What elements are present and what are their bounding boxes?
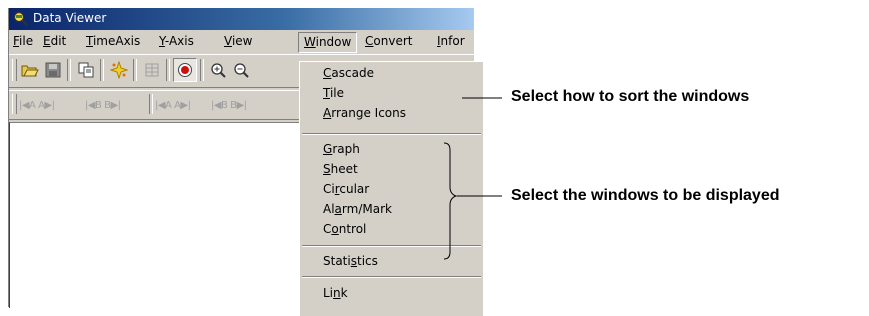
annotation-display-windows: Select the windows to be displayed <box>511 187 780 204</box>
annotation-sort-windows: Select how to sort the windows <box>511 88 750 105</box>
annotation-callouts <box>443 97 502 260</box>
brace-icon <box>443 142 458 260</box>
